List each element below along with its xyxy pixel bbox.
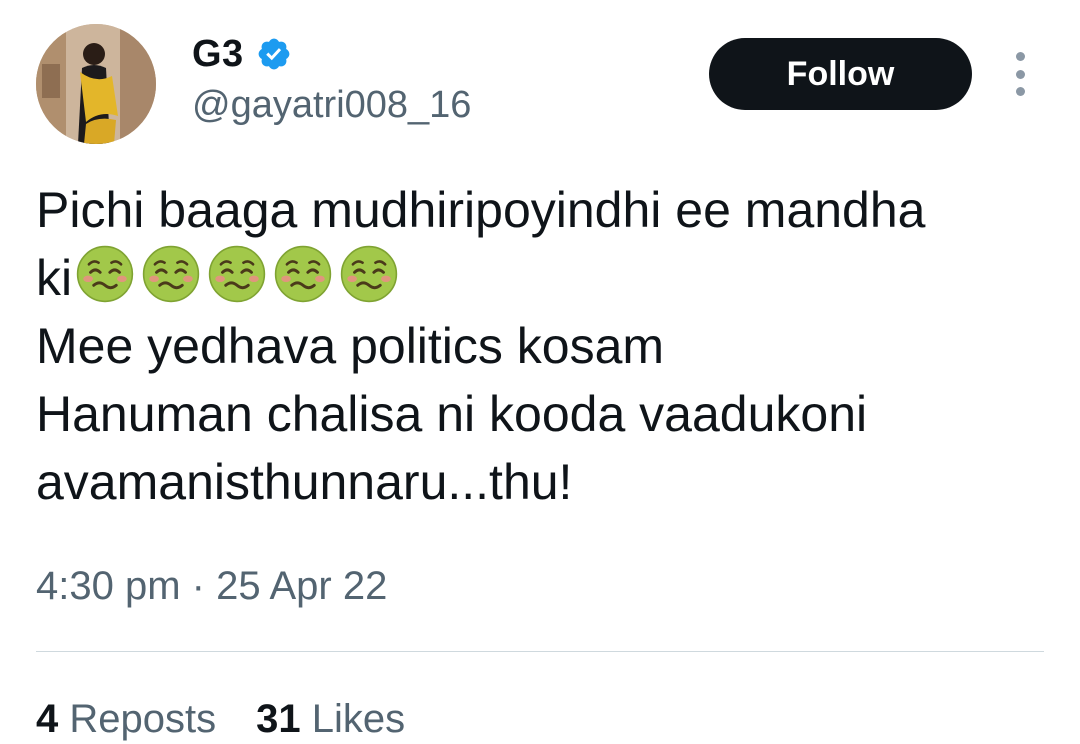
reposts-count: 4 [36,697,59,741]
likes-stat[interactable]: 31 Likes [256,697,405,742]
tweet-line-2: ki [36,244,1046,312]
tweet-text: Pichi baaga mudhiripoyindhi ee mandha ki… [36,176,1046,516]
more-vertical-icon[interactable] [1006,52,1034,96]
tweet-line-4: Hanuman chalisa ni kooda vaadukoni [36,386,868,442]
likes-count: 31 [256,697,301,741]
nauseated-face-emoji [142,245,200,303]
tweet-line-3: Mee yedhava politics kosam [36,318,665,374]
nauseated-face-emoji [274,245,332,303]
engagement-stats: 4 Reposts 31 Likes [36,697,405,742]
likes-label: Likes [311,697,406,741]
tweet-line-1: Pichi baaga mudhiripoyindhi ee mandha [36,182,926,238]
nauseated-face-emoji [76,245,134,303]
emoji-row [72,245,406,306]
author-handle[interactable]: @gayatri008_16 [192,84,471,127]
tweet-line-5: avamanisthunnaru...thu! [36,454,573,510]
profile-photo [36,24,156,144]
nauseated-face-emoji [208,245,266,303]
more-dot [1015,87,1025,96]
reposts-stat[interactable]: 4 Reposts [36,697,216,742]
reposts-label: Reposts [69,697,217,741]
nauseated-face-emoji [340,245,398,303]
verified-badge-icon [258,38,290,70]
tweet-timestamp[interactable]: 4:30 pm · 25 Apr 22 [36,564,387,609]
more-dot [1015,52,1025,61]
avatar[interactable] [36,24,156,144]
display-name[interactable]: G3 [192,33,244,76]
follow-button[interactable]: Follow [709,38,972,110]
divider [36,651,1044,652]
more-dot [1015,69,1025,79]
author-name-row: G3 [192,30,292,78]
tweet-line-2-text: ki [36,250,73,306]
